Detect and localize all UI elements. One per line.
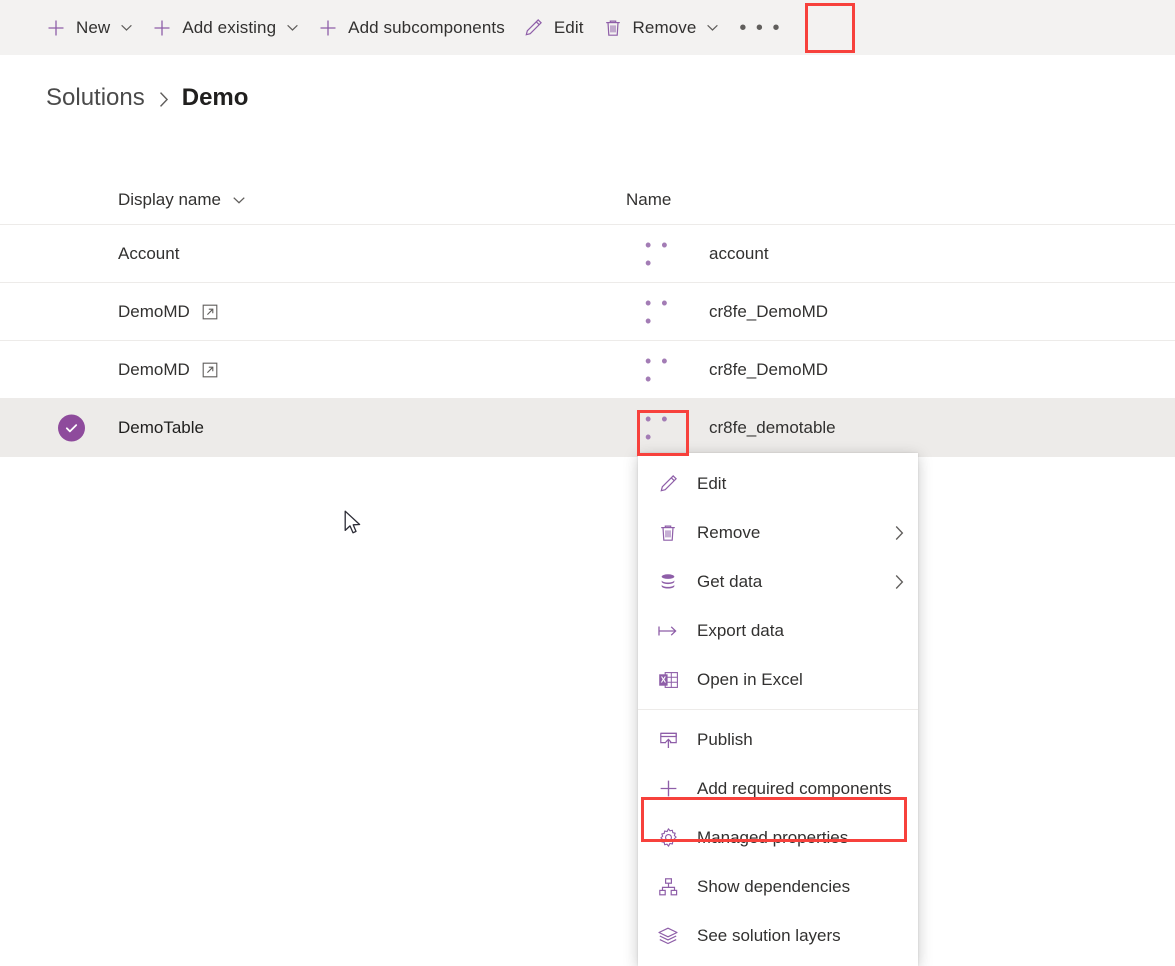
plus-icon (151, 17, 173, 39)
row-display-name-text: Account (118, 243, 180, 263)
breadcrumb-solutions-link[interactable]: Solutions (46, 84, 145, 112)
row-actions-ellipsis[interactable]: • • • (645, 294, 685, 330)
row-context-menu: Edit Remove Get data Export data X Open … (638, 453, 918, 966)
context-menu-item-get-data[interactable]: Get data (638, 557, 918, 606)
row-display-name-text: DemoMD (118, 359, 190, 379)
column-header-name-label: Name (626, 189, 672, 209)
row-display-name-cell: DemoMD (36, 302, 626, 322)
command-edit-label: Edit (553, 17, 584, 37)
svg-text:X: X (660, 675, 666, 684)
trash-icon (602, 17, 624, 39)
context-menu-item-show-dependencies[interactable]: Show dependencies (638, 862, 918, 911)
chevron-down-icon (706, 21, 719, 34)
plus-icon (656, 777, 680, 801)
mouse-cursor (344, 510, 364, 543)
command-remove-label: Remove (632, 17, 697, 37)
pencil-icon (523, 17, 545, 39)
column-header-display-name-label: Display name (118, 189, 221, 209)
chevron-down-icon (232, 193, 246, 207)
pencil-icon (656, 472, 680, 496)
publish-icon (656, 728, 680, 752)
command-add-existing-label: Add existing (182, 17, 277, 37)
context-menu-item-export-data[interactable]: Export data (638, 606, 918, 655)
external-link-icon[interactable] (202, 304, 218, 320)
layers-icon (656, 924, 680, 948)
trash-icon (656, 521, 680, 545)
context-menu-item-remove[interactable]: Remove (638, 508, 918, 557)
context-menu-item-export-data-label: Export data (697, 620, 784, 640)
command-add-subcomponents-label: Add subcomponents (348, 17, 505, 37)
context-menu-item-managed-properties-label: Managed properties (697, 827, 849, 847)
command-add-subcomponents-button[interactable]: Add subcomponents (308, 8, 514, 48)
context-menu-item-managed-properties[interactable]: Managed properties (638, 813, 918, 862)
excel-icon: X (656, 668, 680, 692)
table-row[interactable]: DemoMD • • • cr8fe_DemoMD (0, 341, 1175, 399)
row-display-name-cell: DemoTable (36, 414, 626, 441)
database-icon (656, 570, 680, 594)
row-name-text: cr8fe_DemoMD (709, 301, 829, 321)
row-name-text: cr8fe_DemoMD (709, 359, 829, 379)
context-menu-item-open-in-excel[interactable]: X Open in Excel (638, 655, 918, 704)
column-header-display-name[interactable]: Display name (36, 190, 626, 210)
context-menu-item-edit-label: Edit (697, 473, 727, 493)
plus-icon (317, 17, 339, 39)
context-menu-item-add-required-components[interactable]: Add required components (638, 764, 918, 813)
command-add-existing-button[interactable]: Add existing (142, 8, 308, 48)
context-menu-item-add-required-components-label: Add required components (697, 778, 892, 798)
command-new-button[interactable]: New (36, 8, 142, 48)
plus-icon (45, 17, 67, 39)
context-menu-item-show-dependencies-label: Show dependencies (697, 876, 851, 896)
breadcrumb: Solutions Demo (46, 80, 248, 116)
context-menu-divider (638, 709, 918, 710)
column-header-name[interactable]: Name (626, 190, 671, 210)
command-overflow-button[interactable]: • • • (735, 8, 785, 48)
context-menu-item-publish-label: Publish (697, 729, 753, 749)
row-display-name-cell: Account (36, 244, 626, 264)
row-selected-check-icon[interactable] (58, 414, 85, 441)
export-arrow-icon (656, 619, 680, 643)
command-remove-button[interactable]: Remove (593, 8, 729, 48)
context-menu-item-remove-label: Remove (697, 522, 761, 542)
table-row[interactable]: Account • • • account (0, 225, 1175, 283)
command-edit-button[interactable]: Edit (514, 8, 593, 48)
row-display-name-text: DemoTable (118, 417, 204, 437)
context-menu-item-publish[interactable]: Publish (638, 715, 918, 764)
chevron-down-icon (120, 21, 133, 34)
chevron-right-icon (156, 87, 171, 109)
row-actions-ellipsis[interactable]: • • • (645, 410, 685, 446)
components-grid: Display name Name Account • • • account … (0, 175, 1175, 457)
chevron-down-icon (286, 21, 299, 34)
context-menu-item-see-solution-layers-label: See solution layers (697, 925, 841, 945)
table-row[interactable]: DemoTable • • • cr8fe_demotable (0, 399, 1175, 457)
gear-icon (656, 826, 680, 850)
command-bar: New Add existing Add subcomponents Edit (0, 0, 1175, 55)
more-horizontal-icon: • • • (739, 16, 782, 39)
context-menu-item-get-data-label: Get data (697, 571, 763, 591)
hierarchy-icon (656, 875, 680, 899)
row-actions-ellipsis[interactable]: • • • (645, 236, 685, 272)
row-name-text: cr8fe_demotable (709, 417, 836, 437)
command-new-label: New (76, 17, 111, 37)
row-display-name-cell: DemoMD (36, 360, 626, 380)
chevron-right-icon (892, 573, 906, 591)
external-link-icon[interactable] (202, 362, 218, 378)
context-menu-item-edit[interactable]: Edit (638, 459, 918, 508)
breadcrumb-current-page: Demo (181, 84, 249, 111)
row-name-text: account (709, 243, 769, 263)
row-actions-ellipsis[interactable]: • • • (645, 352, 685, 388)
table-row[interactable]: DemoMD • • • cr8fe_DemoMD (0, 283, 1175, 341)
chevron-right-icon (892, 524, 906, 542)
context-menu-item-open-in-excel-label: Open in Excel (697, 669, 803, 689)
grid-header-row: Display name Name (0, 175, 1175, 225)
row-display-name-text: DemoMD (118, 301, 190, 321)
